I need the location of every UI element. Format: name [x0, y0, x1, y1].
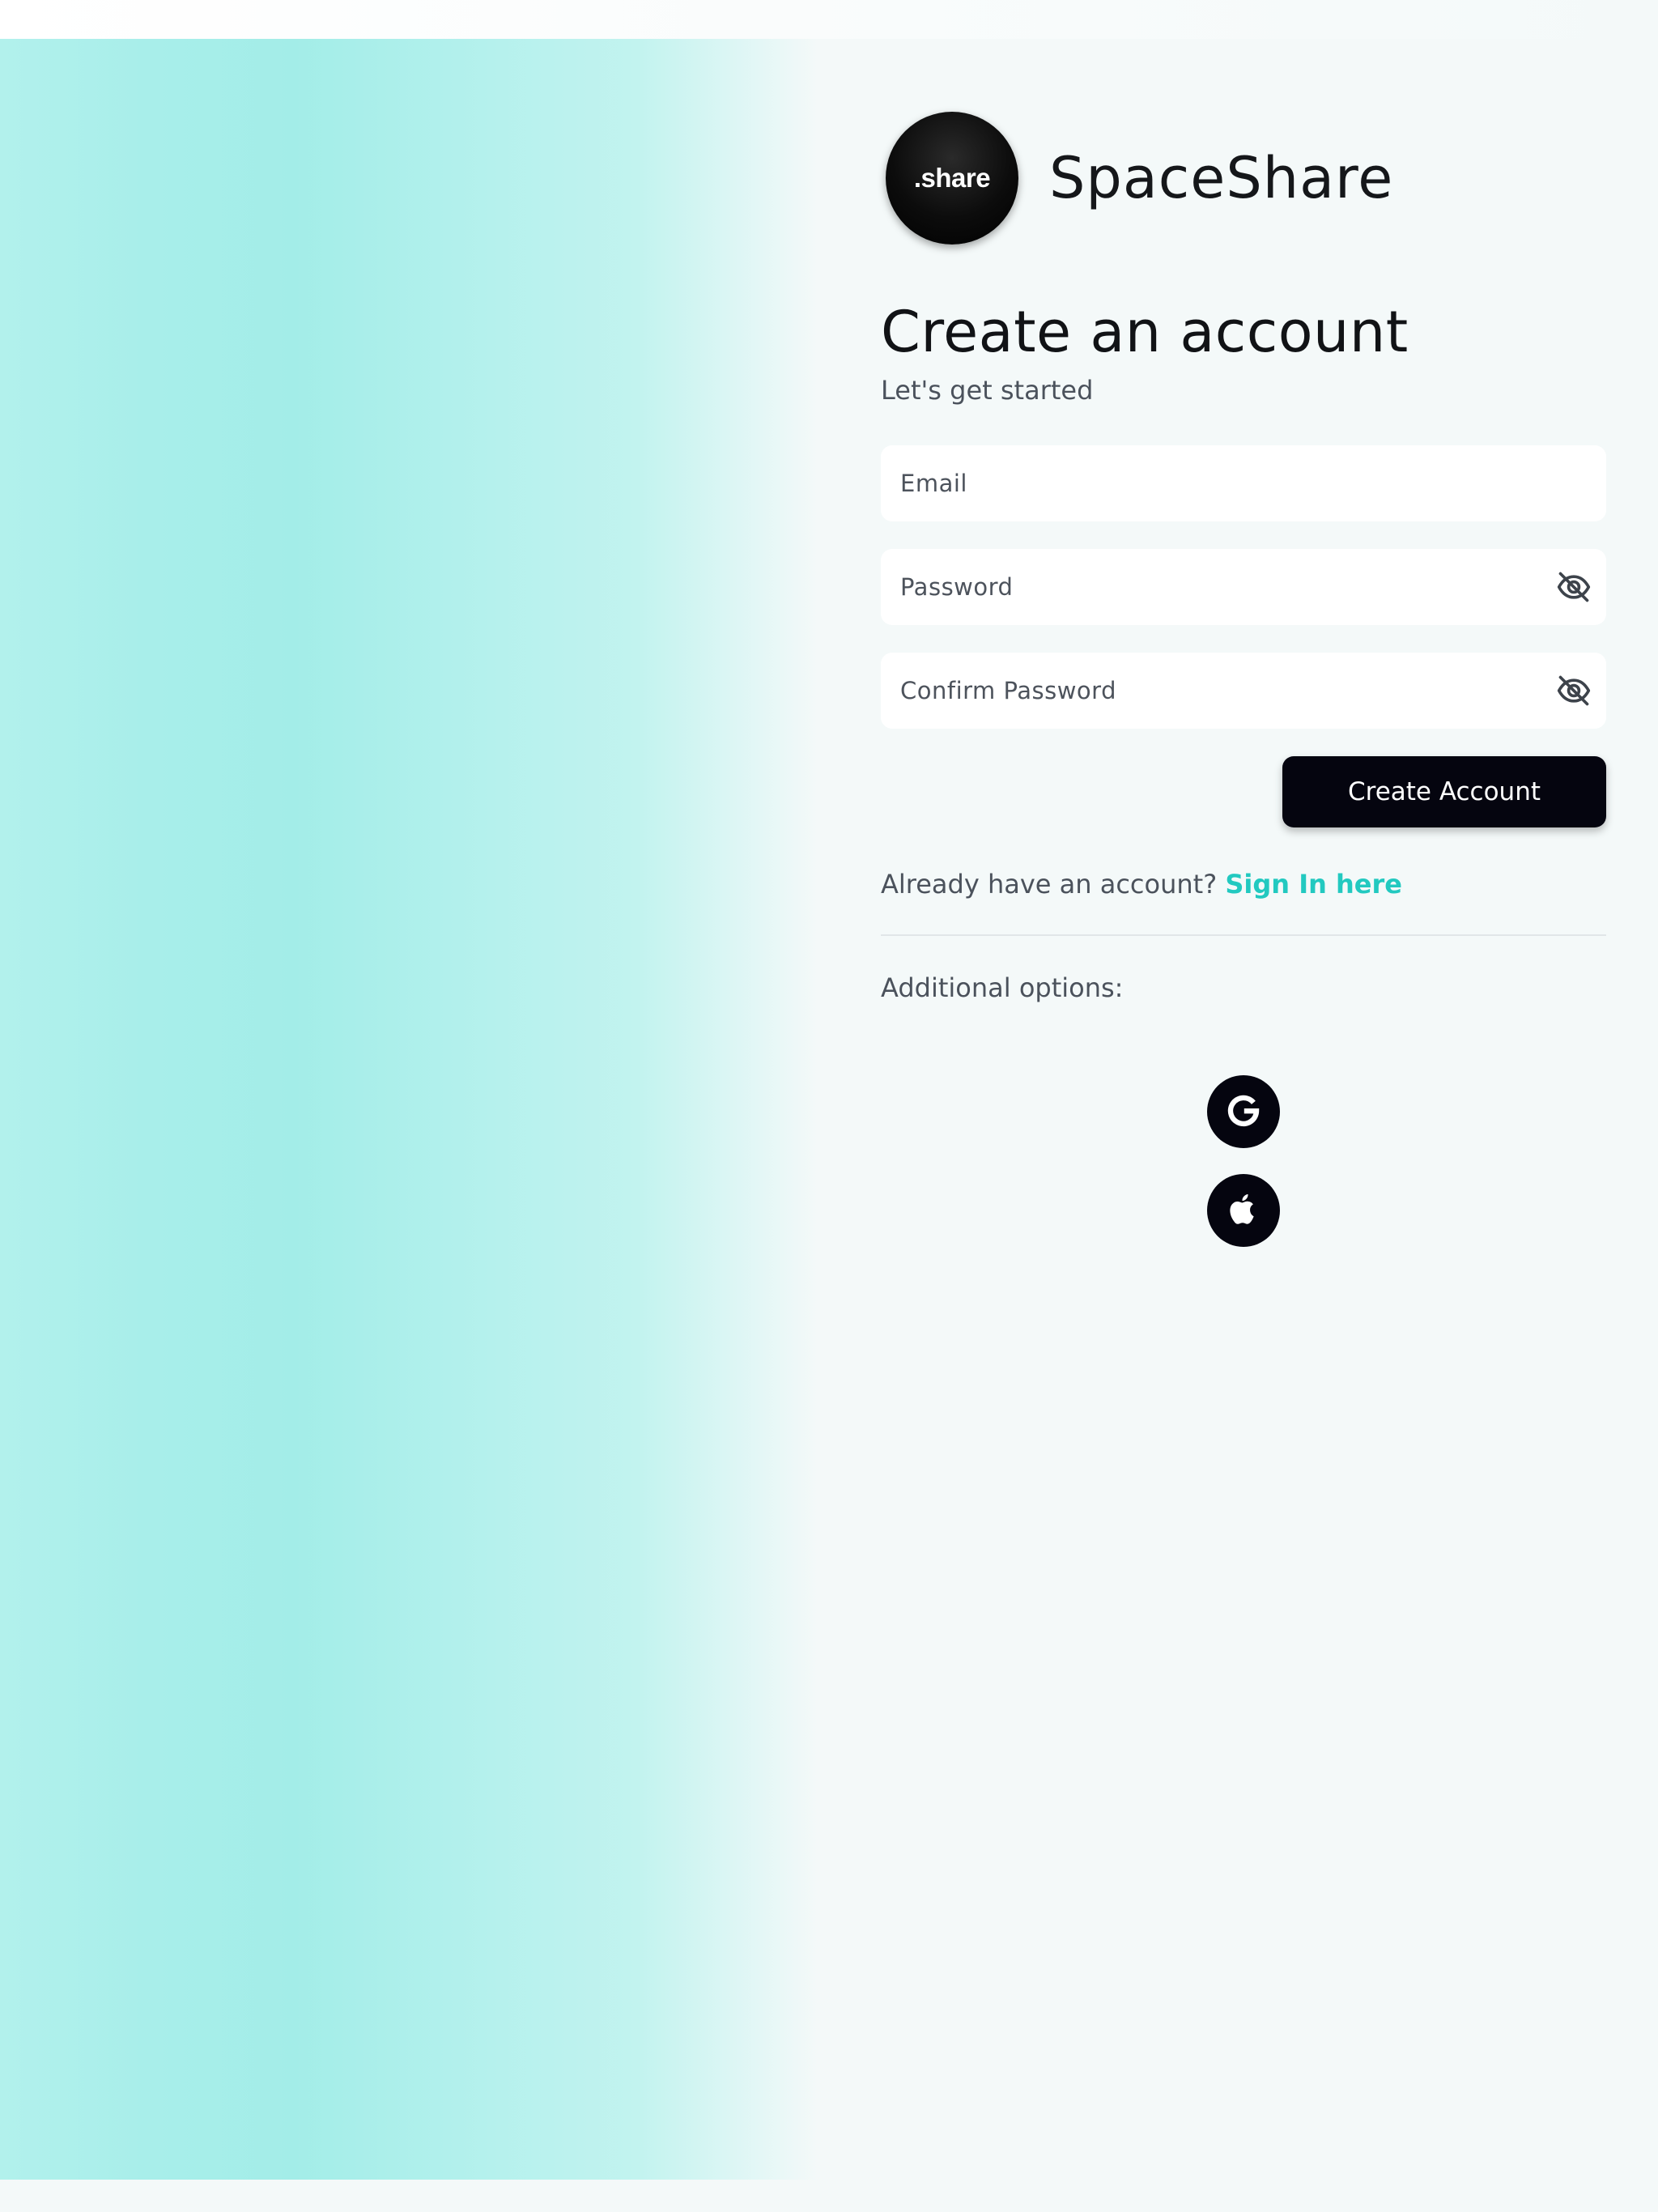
submit-row: Create Account — [881, 756, 1606, 827]
google-icon — [1224, 1091, 1263, 1133]
sign-in-link[interactable]: Sign In here — [1225, 869, 1402, 900]
email-field — [881, 445, 1606, 521]
eye-off-icon[interactable] — [1554, 568, 1593, 606]
logo-text: .share — [913, 163, 991, 193]
signin-prompt-row: Already have an account? Sign In here — [881, 868, 1606, 900]
divider — [881, 934, 1606, 936]
google-signin-button[interactable] — [1207, 1075, 1280, 1148]
email-input[interactable] — [881, 445, 1606, 521]
page-title: Create an account — [881, 299, 1409, 365]
confirm-password-field — [881, 653, 1606, 729]
brand-header: .share SpaceShare — [881, 110, 1606, 246]
signup-panel: .share SpaceShare Create an account Let'… — [881, 110, 1606, 1247]
eye-off-icon[interactable] — [1554, 671, 1593, 710]
password-field — [881, 549, 1606, 625]
social-login-group — [881, 1075, 1606, 1247]
additional-options-label: Additional options: — [881, 972, 1124, 1003]
app-name: SpaceShare — [1049, 145, 1394, 211]
app-logo: .share — [886, 112, 1018, 245]
confirm-password-input[interactable] — [881, 653, 1606, 729]
top-bar — [0, 0, 1658, 39]
hero-gradient-panel — [0, 39, 818, 2180]
password-input[interactable] — [881, 549, 1606, 625]
apple-signin-button[interactable] — [1207, 1174, 1280, 1247]
bottom-bar — [0, 2180, 1658, 2212]
apple-icon — [1226, 1191, 1261, 1230]
create-account-button[interactable]: Create Account — [1282, 756, 1606, 827]
page-subtitle: Let's get started — [881, 375, 1094, 406]
signin-prompt: Already have an account? — [881, 869, 1218, 900]
